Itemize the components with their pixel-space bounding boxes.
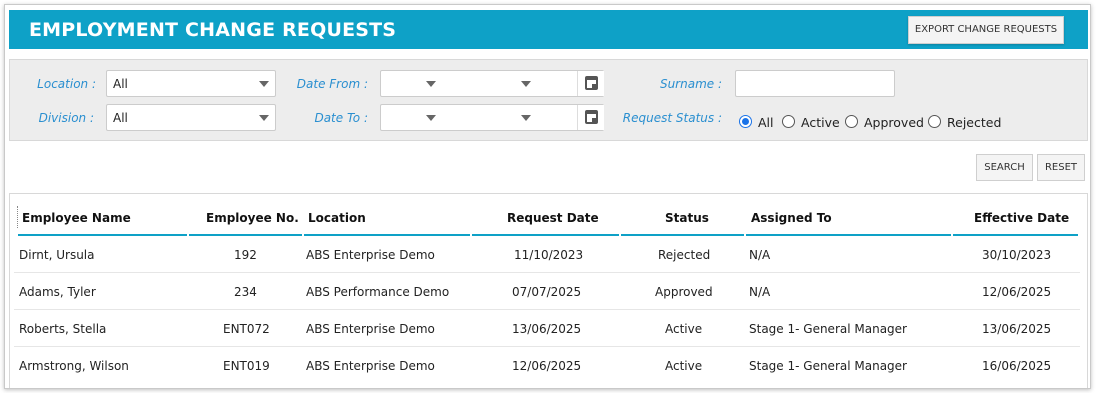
cell-employee-no: 234 — [234, 285, 257, 299]
radio-unchecked-icon[interactable] — [928, 115, 941, 128]
column-header-effective-date[interactable]: Effective Date — [974, 211, 1069, 225]
status-radio-rejected-label: Rejected — [947, 115, 1002, 130]
cell-effective-date: 30/10/2023 — [982, 248, 1052, 262]
location-select[interactable]: All — [106, 70, 276, 97]
cell-status: Rejected — [658, 248, 711, 262]
cell-employee-no: 192 — [234, 248, 257, 262]
cell-employee-name[interactable]: Adams, Tyler — [19, 285, 96, 299]
radio-unchecked-icon[interactable] — [845, 115, 858, 128]
status-radio-all[interactable]: All — [739, 112, 779, 132]
cell-effective-date: 13/06/2025 — [982, 322, 1052, 336]
calendar-icon[interactable] — [577, 105, 604, 130]
row-divider — [14, 272, 1080, 273]
status-radio-active[interactable]: Active — [782, 112, 842, 132]
cell-location: ABS Performance Demo — [306, 285, 450, 299]
cell-status: Approved — [655, 285, 713, 299]
calendar-icon[interactable] — [577, 71, 604, 96]
header-underline — [189, 234, 302, 236]
column-header-employee-no[interactable]: Employee No. — [206, 211, 299, 225]
month-dropdown-chevron-icon[interactable] — [426, 81, 436, 87]
cell-request-date: 11/10/2023 — [514, 248, 584, 262]
cell-location: ABS Enterprise Demo — [306, 322, 435, 336]
date-to-picker[interactable] — [380, 104, 604, 131]
status-radio-rejected[interactable]: Rejected — [928, 112, 1008, 132]
location-select-value: All — [113, 77, 128, 91]
cell-status: Active — [665, 359, 703, 373]
cell-request-date: 07/07/2025 — [512, 285, 582, 299]
year-dropdown-chevron-icon[interactable] — [521, 115, 531, 121]
header-underline — [953, 234, 1078, 236]
status-radio-all-label: All — [758, 115, 774, 130]
employment-change-requests-window: EMPLOYMENT CHANGE REQUESTS EXPORT CHANGE… — [4, 4, 1091, 389]
division-select[interactable]: All — [106, 104, 276, 131]
date-from-label: Date From : — [296, 77, 368, 91]
reset-button[interactable]: RESET — [1037, 154, 1085, 181]
cell-location: ABS Enterprise Demo — [306, 248, 435, 262]
cell-location: ABS Enterprise Demo — [306, 359, 435, 373]
page-title: EMPLOYMENT CHANGE REQUESTS — [29, 19, 397, 41]
chevron-down-icon — [259, 81, 269, 87]
request-status-label: Request Status : — [622, 111, 722, 125]
month-dropdown-chevron-icon[interactable] — [426, 115, 436, 121]
export-change-requests-button[interactable]: EXPORT CHANGE REQUESTS — [908, 16, 1064, 44]
year-dropdown-chevron-icon[interactable] — [521, 81, 531, 87]
surname-input[interactable] — [735, 70, 895, 97]
cell-employee-no: ENT019 — [223, 359, 270, 373]
column-header-location[interactable]: Location — [308, 211, 366, 225]
column-focus-indicator — [17, 206, 18, 228]
division-label: Division : — [38, 111, 94, 125]
column-header-assigned-to[interactable]: Assigned To — [751, 211, 832, 225]
cell-assigned-to: N/A — [749, 248, 771, 262]
cell-assigned-to: N/A — [749, 285, 771, 299]
cell-employee-name[interactable]: Armstrong, Wilson — [19, 359, 129, 373]
cell-employee-name[interactable]: Roberts, Stella — [19, 322, 106, 336]
cell-employee-no: ENT072 — [223, 322, 270, 336]
cell-status: Active — [665, 322, 703, 336]
cell-employee-name[interactable]: Dirnt, Ursula — [19, 248, 95, 262]
cell-request-date: 13/06/2025 — [512, 322, 582, 336]
requests-table: Employee Name Employee No. Location Requ… — [9, 193, 1088, 388]
location-label: Location : — [37, 77, 96, 91]
date-from-picker[interactable] — [380, 70, 604, 97]
search-button[interactable]: SEARCH — [976, 154, 1033, 181]
cell-assigned-to: Stage 1- General Manager — [749, 359, 907, 373]
chevron-down-icon — [259, 115, 269, 121]
page-header: EMPLOYMENT CHANGE REQUESTS EXPORT CHANGE… — [9, 10, 1088, 49]
cell-assigned-to: Stage 1- General Manager — [749, 322, 907, 336]
header-underline — [18, 234, 187, 236]
status-radio-approved-label: Approved — [864, 115, 924, 130]
date-to-label: Date To : — [314, 111, 368, 125]
column-header-request-date[interactable]: Request Date — [507, 211, 599, 225]
cell-effective-date: 16/06/2025 — [982, 359, 1052, 373]
row-divider — [14, 346, 1080, 347]
status-radio-active-label: Active — [801, 115, 840, 130]
surname-label: Surname : — [659, 77, 722, 91]
division-select-value: All — [113, 111, 128, 125]
filter-panel: Location : All Date From : Surname : Div… — [9, 59, 1088, 141]
radio-checked-icon[interactable] — [739, 115, 752, 128]
status-radio-approved[interactable]: Approved — [845, 112, 925, 132]
header-underline — [472, 234, 619, 236]
header-underline — [621, 234, 744, 236]
cell-effective-date: 12/06/2025 — [982, 285, 1052, 299]
column-header-employee-name[interactable]: Employee Name — [22, 211, 131, 225]
cell-request-date: 12/06/2025 — [512, 359, 582, 373]
radio-unchecked-icon[interactable] — [782, 115, 795, 128]
row-divider — [14, 309, 1080, 310]
column-header-status[interactable]: Status — [665, 211, 709, 225]
header-underline — [746, 234, 951, 236]
header-underline — [304, 234, 470, 236]
